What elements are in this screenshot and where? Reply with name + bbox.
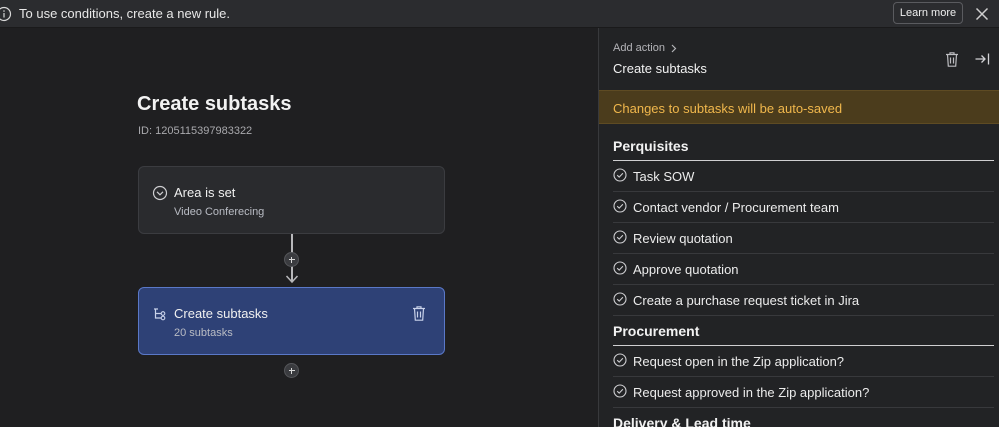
close-icon[interactable]	[972, 4, 992, 24]
chevron-right-icon	[671, 44, 677, 52]
collapse-panel-icon[interactable]	[974, 51, 990, 67]
subtask-label: Task SOW	[633, 169, 695, 184]
check-circle-icon[interactable]	[613, 353, 627, 367]
subtask-label: Create a purchase request ticket in Jira	[633, 293, 860, 308]
check-circle-icon[interactable]	[613, 230, 627, 244]
action-panel: Add action Create subtasks Changes to su…	[598, 28, 999, 427]
rule-id: ID: 1205115397983322	[138, 125, 253, 137]
learn-more-button[interactable]: Learn more	[893, 2, 963, 24]
add-step-button[interactable]	[284, 252, 299, 267]
check-circle-icon[interactable]	[613, 199, 627, 213]
rule-canvas: Create subtasks ID: 1205115397983322 Are…	[0, 28, 598, 427]
action-subtitle: 20 subtasks	[174, 327, 233, 339]
subtask-item[interactable]: Task SOW	[613, 161, 994, 192]
check-circle-icon[interactable]	[613, 261, 627, 275]
rule-title: Create subtasks	[137, 93, 292, 115]
section-title: Delivery & Lead time	[613, 415, 751, 427]
condition-card[interactable]: Area is set Video Conferecing	[138, 166, 445, 234]
trash-icon[interactable]	[411, 305, 427, 322]
subtask-item[interactable]: Create a purchase request ticket in Jira	[613, 285, 994, 316]
action-card[interactable]: Create subtasks 20 subtasks	[138, 287, 445, 355]
arrow-down-icon	[285, 275, 299, 284]
chevron-circle-icon	[152, 185, 168, 201]
subtasks-icon	[154, 308, 166, 321]
check-circle-icon[interactable]	[613, 292, 627, 306]
subtask-item[interactable]: Approve quotation	[613, 254, 994, 285]
subtask-label: Request approved in the Zip application?	[633, 385, 870, 400]
section-header: Delivery & Lead time	[613, 413, 994, 427]
subtask-item[interactable]: Request approved in the Zip application?	[613, 377, 994, 408]
subtask-item[interactable]: Contact vendor / Procurement team	[613, 192, 994, 223]
subtask-label: Review quotation	[633, 231, 733, 246]
section-header: Procurement	[613, 321, 994, 346]
info-banner: To use conditions, create a new rule. Le…	[0, 0, 999, 28]
add-action-button[interactable]	[284, 363, 299, 378]
panel-title: Create subtasks	[613, 61, 707, 76]
subtask-label: Contact vendor / Procurement team	[633, 200, 839, 215]
banner-message: To use conditions, create a new rule.	[19, 6, 231, 21]
notice-text: Changes to subtasks will be auto-saved	[613, 101, 843, 116]
subtask-item[interactable]: Review quotation	[613, 223, 994, 254]
action-title: Create subtasks	[174, 306, 268, 321]
subtask-label: Approve quotation	[633, 262, 739, 277]
section-header: Perquisites	[613, 136, 994, 161]
subtask-label: Request open in the Zip application?	[633, 354, 845, 369]
autosave-notice: Changes to subtasks will be auto-saved	[599, 90, 999, 124]
info-icon	[0, 6, 12, 22]
check-circle-icon[interactable]	[613, 168, 627, 182]
check-circle-icon[interactable]	[613, 384, 627, 398]
subtask-item[interactable]: Request open in the Zip application?	[613, 346, 994, 377]
trash-icon[interactable]	[944, 51, 960, 68]
section-title: Perquisites	[613, 138, 689, 154]
condition-subtitle: Video Conferecing	[174, 206, 265, 218]
breadcrumb-label: Add action	[613, 42, 665, 54]
section-title: Procurement	[613, 323, 700, 339]
condition-title: Area is set	[174, 185, 236, 200]
breadcrumb[interactable]: Add action	[613, 42, 677, 54]
